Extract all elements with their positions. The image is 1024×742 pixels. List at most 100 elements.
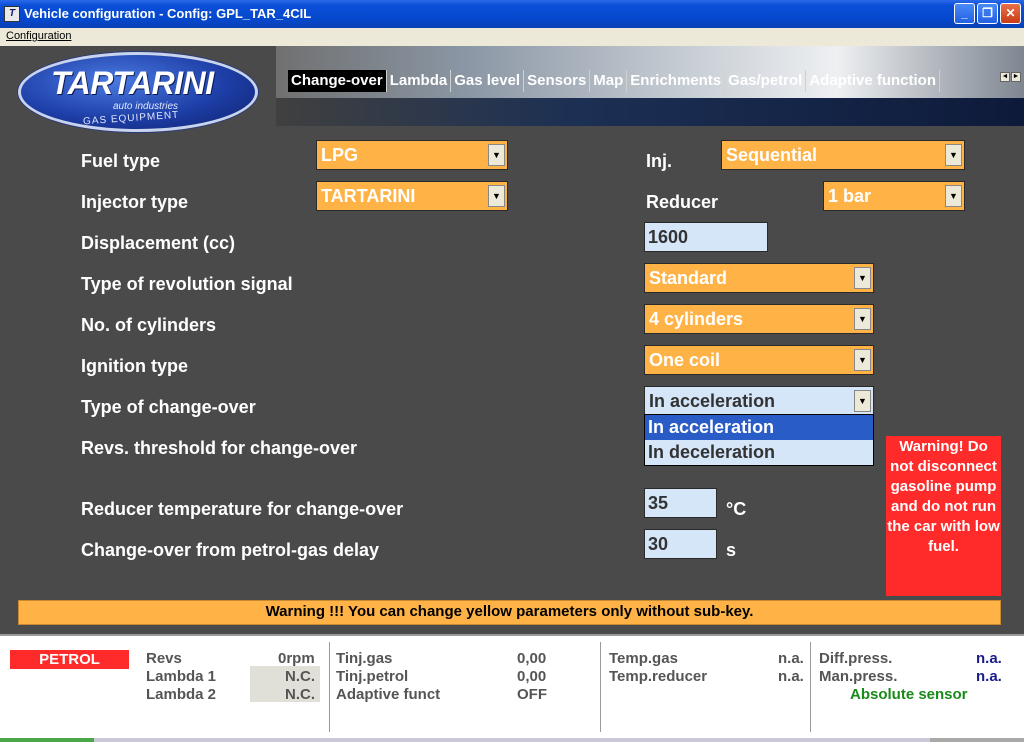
- main-panel: TARTARINI auto industries GAS EQUIPMENT …: [0, 46, 1024, 634]
- rev-signal-label: Type of revolution signal: [81, 274, 293, 294]
- lambda1-label: Lambda 1: [146, 668, 217, 685]
- lambda1-value: N.C.: [285, 668, 315, 685]
- lambda2-value: N.C.: [285, 686, 315, 703]
- diff-press-label: Diff.press.: [819, 650, 893, 667]
- ignition-value: One coil: [649, 350, 721, 370]
- changeover-option-acceleration[interactable]: In acceleration: [645, 415, 873, 440]
- tinj-gas-value: 0,00: [517, 650, 547, 667]
- lambda2-label: Lambda 2: [146, 686, 217, 703]
- cylinders-label: No. of cylinders: [81, 315, 217, 335]
- tab-lambda[interactable]: Lambda: [387, 70, 452, 92]
- changeover-label: Type of change-over: [81, 397, 256, 417]
- window-title: Vehicle configuration - Config: GPL_TAR_…: [24, 6, 312, 21]
- cylinders-select[interactable]: 4 cylinders ▼: [644, 304, 874, 334]
- app-icon[interactable]: T: [4, 6, 20, 22]
- delay-label: Change-over from petrol-gas delay: [81, 540, 380, 560]
- tab-change-over[interactable]: Change-over: [288, 70, 387, 92]
- diff-press-value: n.a.: [976, 650, 1002, 667]
- menu-bar: Configuration: [0, 28, 1024, 46]
- inj-label: Inj.: [646, 151, 672, 171]
- rev-signal-value: Standard: [649, 268, 728, 288]
- tab-gas-level[interactable]: Gas level: [451, 70, 525, 92]
- fuel-type-value: LPG: [321, 145, 359, 165]
- tab-adaptive-function[interactable]: Adaptive function: [806, 70, 941, 92]
- ignition-select[interactable]: One coil ▼: [644, 345, 874, 375]
- changeover-option-deceleration[interactable]: In deceleration: [645, 440, 873, 465]
- delay-unit: s: [726, 540, 737, 560]
- chevron-down-icon[interactable]: ▼: [854, 390, 871, 412]
- displacement-label: Displacement (cc): [81, 233, 236, 253]
- temp-reducer-value: n.a.: [778, 668, 804, 685]
- maximize-button[interactable]: ❐: [977, 3, 998, 24]
- fuel-mode-badge: PETROL: [10, 650, 129, 669]
- tartarini-logo: TARTARINI auto industries GAS EQUIPMENT: [18, 52, 258, 132]
- tabs: Change-over Lambda Gas level Sensors Map…: [288, 70, 1004, 92]
- adaptive-label: Adaptive funct: [336, 686, 441, 703]
- absolute-sensor-label: Absolute sensor: [850, 686, 968, 703]
- minimize-button[interactable]: _: [954, 3, 975, 24]
- close-button[interactable]: ✕: [1000, 3, 1021, 24]
- adaptive-value: OFF: [517, 686, 547, 703]
- temp-gas-value: n.a.: [778, 650, 804, 667]
- revs-threshold-label: Revs. threshold for change-over: [81, 438, 358, 458]
- cylinders-value: 4 cylinders: [649, 309, 744, 329]
- changeover-dropdown-list: In acceleration In deceleration: [644, 414, 874, 466]
- displacement-input[interactable]: 1600: [644, 222, 768, 252]
- injector-type-value: TARTARINI: [321, 186, 416, 206]
- tab-map[interactable]: Map: [590, 70, 628, 92]
- ignition-label: Ignition type: [81, 356, 188, 376]
- chevron-down-icon[interactable]: ▼: [488, 144, 505, 166]
- tab-gas-petrol[interactable]: Gas/petrol: [725, 70, 807, 92]
- logo-tagline: GAS EQUIPMENT: [82, 109, 180, 128]
- injector-type-label: Injector type: [81, 192, 189, 212]
- reducer-label: Reducer: [646, 192, 719, 212]
- changeover-value: In acceleration: [649, 391, 776, 411]
- chevron-down-icon[interactable]: ▼: [854, 308, 871, 330]
- reducer-temp-label: Reducer temperature for change-over: [81, 499, 404, 519]
- inj-select[interactable]: Sequential ▼: [721, 140, 965, 170]
- menu-configuration[interactable]: Configuration: [6, 30, 71, 42]
- bottom-strip: [0, 738, 1024, 742]
- logo-brand: TARTARINI: [51, 65, 214, 101]
- fuel-type-select[interactable]: LPG ▼: [316, 140, 508, 170]
- reducer-select[interactable]: 1 bar ▼: [823, 181, 965, 211]
- delay-input[interactable]: 30: [644, 529, 717, 559]
- warning-bar: Warning !!! You can change yellow parame…: [18, 600, 1001, 625]
- tab-strip-band: [276, 98, 1024, 126]
- tab-scroll-left-button[interactable]: ◄: [1000, 72, 1010, 82]
- temp-reducer-label: Temp.reducer: [609, 668, 708, 685]
- tab-strip: Change-over Lambda Gas level Sensors Map…: [276, 46, 1024, 126]
- tinj-gas-label: Tinj.gas: [336, 650, 393, 667]
- chevron-down-icon[interactable]: ▼: [945, 144, 962, 166]
- chevron-down-icon[interactable]: ▼: [854, 349, 871, 371]
- status-divider: [329, 642, 330, 732]
- title-bar: T Vehicle configuration - Config: GPL_TA…: [0, 0, 1024, 28]
- revs-label: Revs: [146, 650, 182, 667]
- revs-value: 0rpm: [278, 650, 315, 667]
- man-press-value: n.a.: [976, 668, 1002, 685]
- fuel-type-label: Fuel type: [81, 151, 161, 171]
- tinj-petrol-label: Tinj.petrol: [336, 668, 409, 685]
- tab-enrichments[interactable]: Enrichments: [627, 70, 726, 92]
- bottom-strip-right: [930, 738, 1024, 742]
- reducer-temp-input[interactable]: 35: [644, 488, 717, 518]
- tab-sensors[interactable]: Sensors: [524, 70, 591, 92]
- reducer-value: 1 bar: [828, 186, 872, 206]
- inj-value: Sequential: [726, 145, 818, 165]
- chevron-down-icon[interactable]: ▼: [945, 185, 962, 207]
- injector-type-select[interactable]: TARTARINI ▼: [316, 181, 508, 211]
- tinj-petrol-value: 0,00: [517, 668, 547, 685]
- temp-gas-label: Temp.gas: [609, 650, 678, 667]
- status-panel: PETROL Revs 0rpm Lambda 1 N.C. Lambda 2 …: [0, 634, 1024, 742]
- changeover-select[interactable]: In acceleration ▼: [644, 386, 874, 416]
- bottom-strip-left: [0, 738, 94, 742]
- man-press-label: Man.press.: [819, 668, 898, 685]
- status-divider: [600, 642, 601, 732]
- chevron-down-icon[interactable]: ▼: [488, 185, 505, 207]
- status-divider: [810, 642, 811, 732]
- warning-box: Warning! Do not disconnect gasoline pump…: [886, 436, 1001, 596]
- tab-scroll-right-button[interactable]: ►: [1011, 72, 1021, 82]
- reducer-temp-unit: °C: [726, 499, 747, 519]
- rev-signal-select[interactable]: Standard ▼: [644, 263, 874, 293]
- chevron-down-icon[interactable]: ▼: [854, 267, 871, 289]
